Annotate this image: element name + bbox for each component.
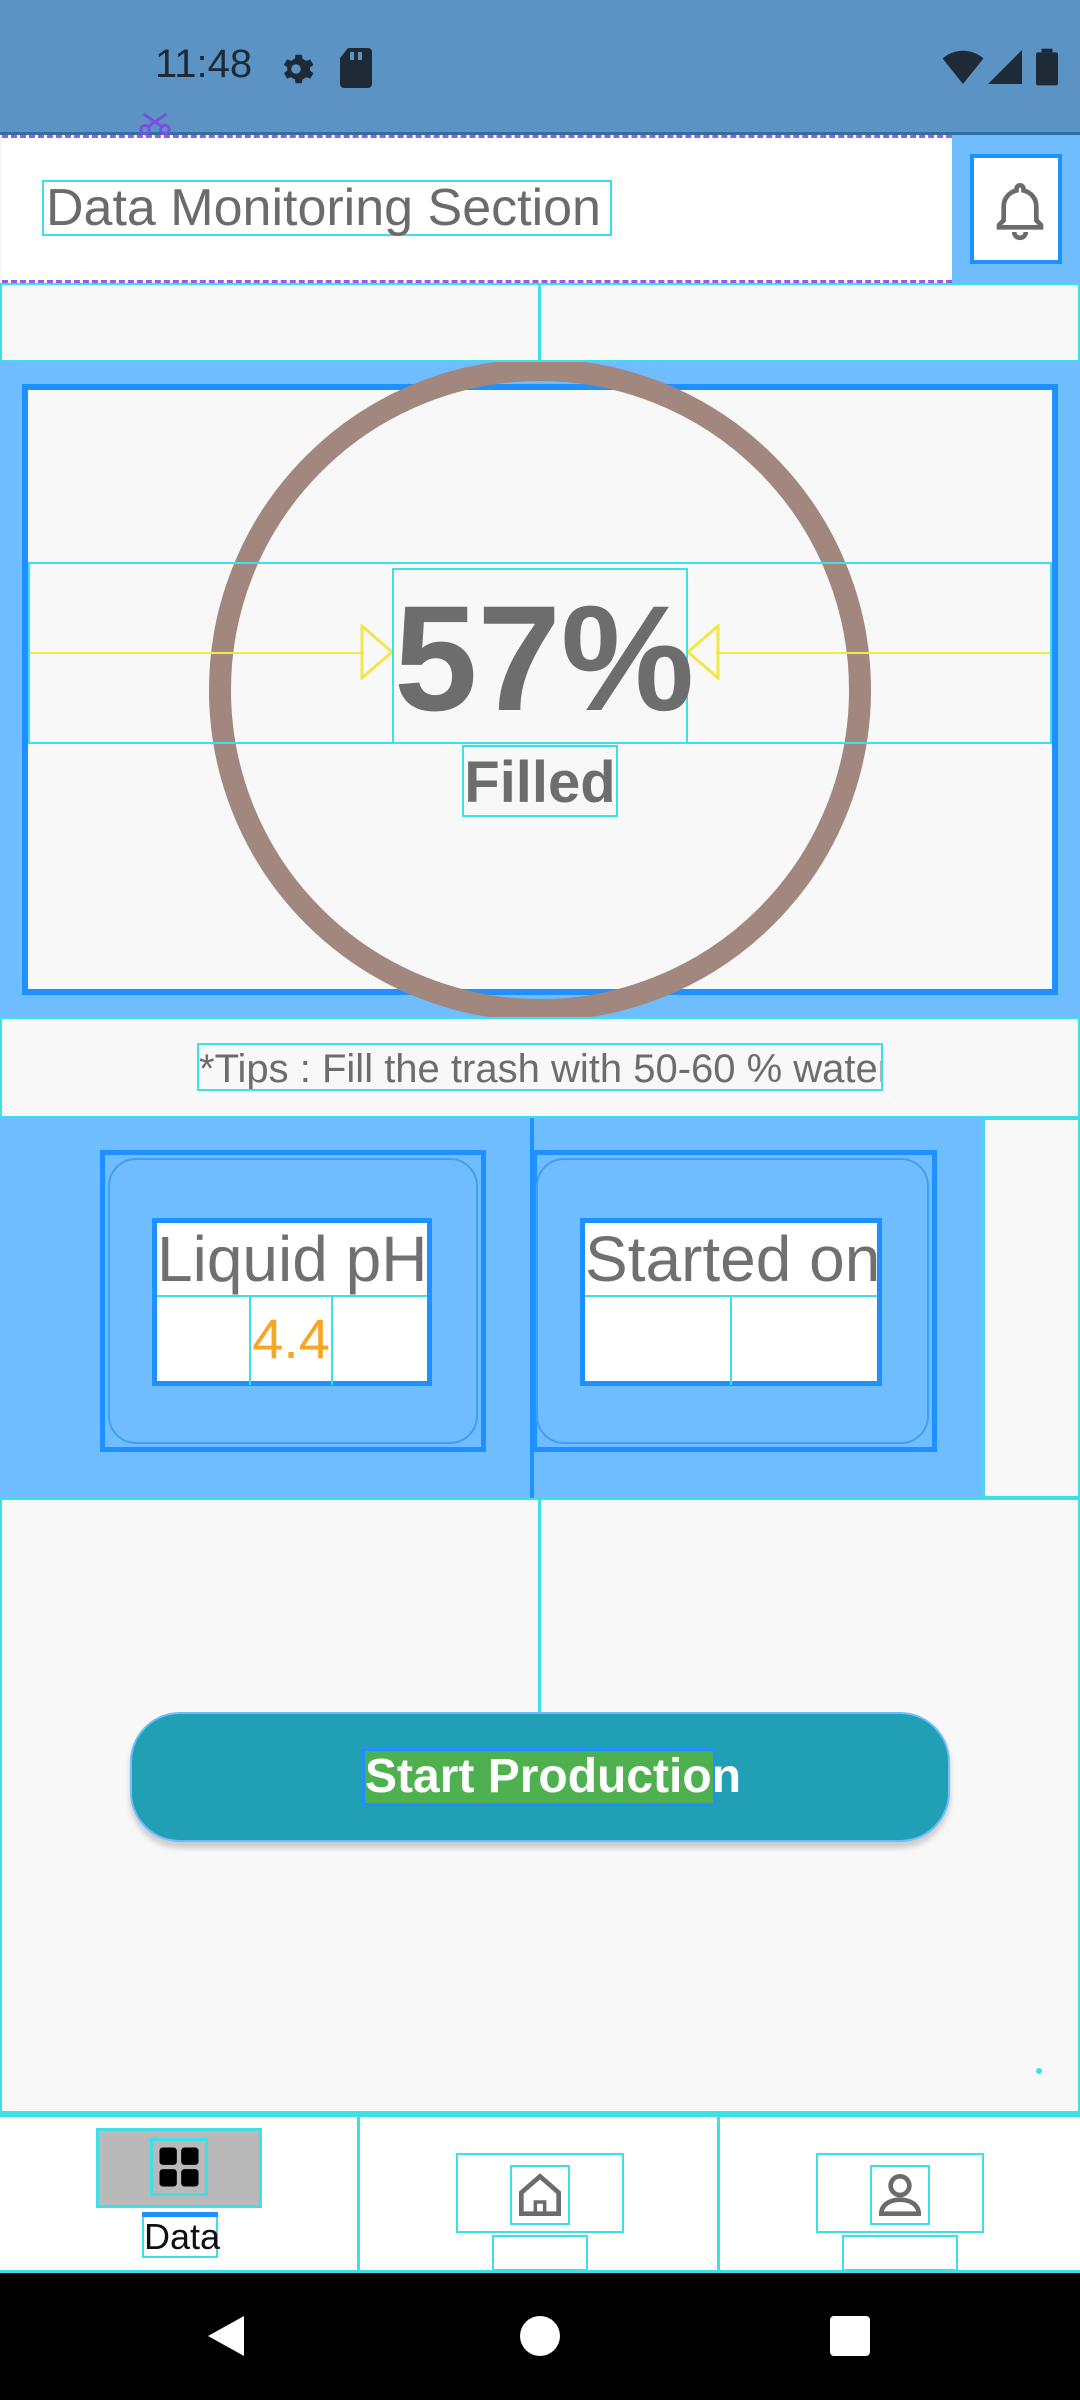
- back-icon[interactable]: [204, 2312, 248, 2360]
- started-title: Started on: [585, 1223, 881, 1297]
- home-icon: [519, 2173, 561, 2216]
- divider: [538, 283, 541, 362]
- notification-button[interactable]: [970, 154, 1062, 264]
- profile-icon: [878, 2174, 922, 2216]
- gear-icon: [283, 54, 314, 84]
- fill-percentage: 57%: [392, 568, 694, 744]
- ph-title: Liquid pH: [157, 1223, 428, 1297]
- cards-spacer: [982, 1118, 1080, 1498]
- started-divider: [730, 1295, 732, 1385]
- ph-value: 4.4: [252, 1307, 330, 1370]
- bell-icon: [996, 182, 1044, 241]
- start-production-label: Start Production: [362, 1748, 741, 1806]
- divider: [538, 1498, 541, 1712]
- started-card-body: Started on: [580, 1218, 882, 1386]
- nav-home-label-box: [492, 2235, 588, 2271]
- scissors-icon: [139, 112, 171, 136]
- nav-data-label: Data: [142, 2212, 220, 2258]
- page-title: Data Monitoring Section: [42, 180, 612, 236]
- grid-icon: [159, 2147, 199, 2187]
- home-icon-box: [510, 2165, 570, 2225]
- profile-icon-box: [870, 2165, 930, 2225]
- tips-text: *Tips : Fill the trash with 50-60 % wate…: [197, 1043, 883, 1091]
- guide-line-right: [716, 652, 1050, 654]
- nav-active-indicator: [142, 2212, 218, 2217]
- fill-status-label: Filled: [462, 745, 618, 817]
- battery-icon: [1036, 48, 1058, 86]
- ph-value-box: 4.4: [249, 1295, 333, 1385]
- arrow-right-icon: [360, 624, 394, 680]
- home-circle-icon[interactable]: [520, 2316, 560, 2356]
- grid-icon-box: [150, 2138, 208, 2196]
- status-time: 11:48: [155, 42, 253, 86]
- wifi-icon: [942, 50, 984, 84]
- ph-card-body: Liquid pH 4.4: [152, 1218, 432, 1386]
- signal-icon: [988, 50, 1022, 84]
- guide-line-left: [30, 652, 364, 654]
- recents-icon[interactable]: [830, 2316, 870, 2356]
- nav-profile-label-box: [842, 2235, 958, 2271]
- dot-marker: [1036, 2068, 1042, 2074]
- sd-card-icon: [340, 48, 372, 88]
